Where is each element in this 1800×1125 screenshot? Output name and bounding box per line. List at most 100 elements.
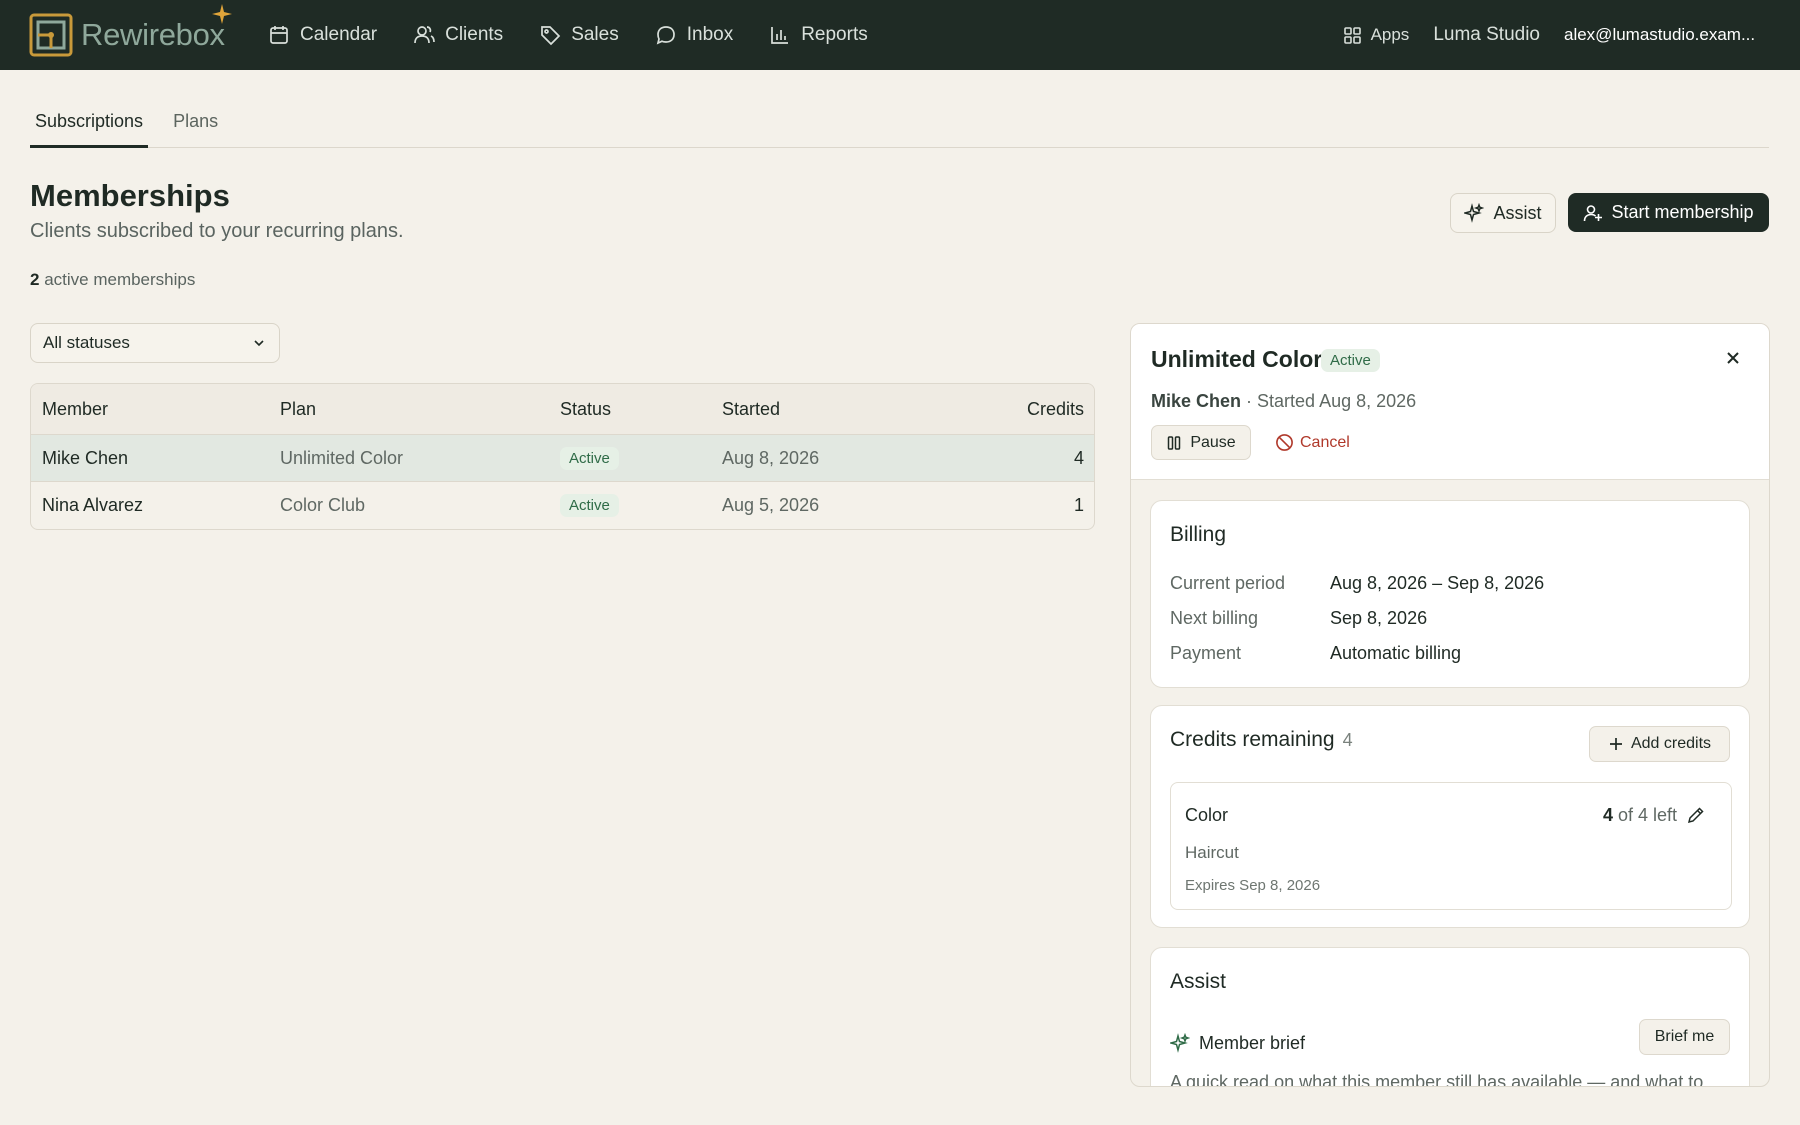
detail-member-name[interactable]: Mike Chen [1151, 391, 1241, 411]
membership-detail-panel: Unlimited Color Active Mike Chen · Start… [1130, 323, 1770, 1087]
status-cell: Active [560, 435, 619, 481]
start-membership-label: Start membership [1611, 202, 1754, 222]
brief-me-button[interactable]: Brief me [1639, 1019, 1730, 1055]
brand-name: Rewirebox [81, 17, 225, 52]
column-header-plan[interactable]: Plan [280, 384, 316, 434]
assist-button-label: Assist [1493, 202, 1542, 223]
credits-remaining-count: 4 [1342, 730, 1353, 750]
column-header-started[interactable]: Started [722, 384, 780, 434]
nav-clients[interactable]: Clients [413, 0, 503, 70]
detail-status: Active [1321, 349, 1380, 372]
column-header-credits[interactable]: Credits [1027, 384, 1084, 434]
sparkle-icon [212, 4, 232, 24]
assist-card: Assist Member brief Brief me A quick rea… [1150, 947, 1750, 1087]
page-subtitle: Clients subscribed to your recurring pla… [30, 220, 404, 242]
credits-count: 1 [1073, 495, 1084, 515]
studio-switcher[interactable]: Luma Studio [1433, 24, 1540, 46]
credit-name: Color [1185, 805, 1229, 825]
table-header: Member Plan Status Started Credits [31, 384, 1094, 435]
topbar-right: Apps Luma Studio alex@lumastudio.exam... [1343, 0, 1756, 70]
started-date: Aug 8, 2026 [722, 447, 820, 468]
tab-subscriptions[interactable]: Subscriptions [30, 103, 149, 148]
detail-started: · Started Aug 8, 2026 [1241, 391, 1417, 411]
detail-header: Unlimited Color Active Mike Chen · Start… [1131, 324, 1769, 480]
ban-icon [1276, 434, 1293, 451]
membership-count: 2 active memberships [30, 270, 195, 290]
pause-button[interactable]: Pause [1151, 425, 1251, 460]
pause-label: Pause [1190, 433, 1236, 451]
column-header-status[interactable]: Status [560, 384, 611, 434]
account-menu[interactable]: alex@lumastudio.exam... [1564, 25, 1756, 45]
payment-value: Automatic billing [1330, 643, 1462, 663]
credit-expiry: Expires Sep 8, 2026 [1185, 877, 1321, 894]
memberships-table: Member Plan Status Started Credits Mike … [30, 383, 1095, 530]
sparkles-icon [1170, 1033, 1190, 1053]
credits-left-text: of 4 left [1612, 805, 1677, 825]
billing-title: Billing [1170, 523, 1227, 546]
status-badge: Active [1321, 349, 1380, 372]
add-credits-button[interactable]: Add credits [1589, 726, 1730, 762]
sparkles-icon [1464, 203, 1485, 223]
status-cell: Active [560, 482, 619, 529]
nav-inbox[interactable]: Inbox [655, 0, 733, 70]
credit-item: Color 4 of 4 left Haircut Expires Sep 8,… [1170, 782, 1732, 910]
tab-plans[interactable]: Plans [168, 103, 223, 148]
brand-logo[interactable]: Rewirebox [29, 12, 225, 58]
status-badge: Active [560, 446, 619, 470]
detail-plan-title: Unlimited Color [1151, 346, 1323, 372]
credits-title: Credits remaining 4 [1170, 728, 1353, 752]
nav-reports[interactable]: Reports [769, 0, 868, 70]
next-billing-label: Next billing [1170, 608, 1259, 628]
status-filter-select[interactable]: All statuses [30, 323, 280, 363]
member-name: Mike Chen [42, 447, 129, 468]
table-row[interactable]: Nina Alvarez Color Club Active Aug 5, 20… [31, 482, 1094, 529]
logo-mark-icon [29, 13, 73, 57]
pencil-icon[interactable] [1686, 805, 1706, 825]
nav-clients-label: Clients [445, 24, 504, 45]
close-icon[interactable] [1723, 348, 1743, 368]
chat-icon [656, 26, 675, 45]
column-header-member[interactable]: Member [42, 384, 108, 434]
status-filter-value: All statuses [43, 333, 130, 352]
nav-calendar[interactable]: Calendar [268, 0, 377, 70]
credits-left-number: 4 [1602, 805, 1613, 825]
main-nav: Calendar Clients Sales Inbox Reports [268, 0, 904, 70]
member-name: Nina Alvarez [42, 495, 144, 515]
current-period-value: Aug 8, 2026 – Sep 8, 2026 [1330, 573, 1545, 593]
credits-card: Credits remaining 4 Add credits Color 4 o… [1150, 705, 1750, 928]
nav-inbox-label: Inbox [686, 24, 734, 45]
start-membership-button[interactable]: Start membership [1568, 193, 1769, 232]
credits-title-label: Credits remaining [1170, 728, 1335, 751]
credit-service: Haircut [1185, 843, 1239, 862]
billing-card: Billing Current period Aug 8, 2026 – Sep… [1150, 500, 1750, 688]
table-row[interactable]: Mike Chen Unlimited Color Active Aug 8, … [31, 435, 1094, 482]
apps-label: Apps [1370, 25, 1410, 44]
calendar-icon [270, 26, 288, 44]
assist-button[interactable]: Assist [1450, 193, 1556, 233]
plus-icon [1609, 738, 1622, 750]
current-period-label: Current period [1170, 573, 1286, 593]
next-billing-value: Sep 8, 2026 [1330, 608, 1428, 628]
users-icon [414, 26, 435, 44]
cancel-button[interactable]: Cancel [1275, 425, 1350, 460]
chevron-down-icon [254, 340, 264, 347]
page-title: Memberships [30, 178, 230, 213]
cancel-label: Cancel [1300, 433, 1350, 451]
credits-count: 4 [1073, 447, 1084, 468]
member-brief-label: Member brief [1199, 1033, 1306, 1053]
membership-count-label: active memberships [39, 270, 196, 289]
top-navigation-bar: Rewirebox Calendar Clients Sales Inbox R… [0, 0, 1800, 70]
grid-icon [1343, 26, 1361, 44]
started-date: Aug 5, 2026 [722, 495, 820, 515]
payment-label: Payment [1170, 643, 1242, 663]
nav-sales-label: Sales [571, 24, 619, 45]
assist-title: Assist [1170, 970, 1227, 993]
apps-menu[interactable]: Apps [1343, 25, 1410, 45]
tag-icon [541, 26, 561, 46]
status-badge: Active [560, 494, 619, 517]
member-brief-description: A quick read on what this member still h… [1170, 1072, 1704, 1087]
plan-name: Unlimited Color [280, 447, 404, 468]
nav-sales[interactable]: Sales [539, 0, 619, 70]
nav-reports-label: Reports [801, 24, 868, 45]
credits-left: 4 of 4 left [1603, 805, 1677, 826]
